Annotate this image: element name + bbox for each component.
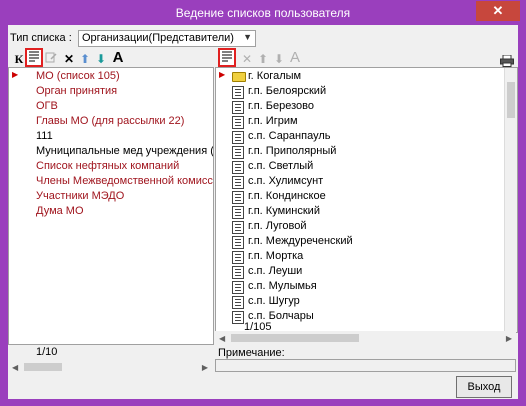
document-icon bbox=[232, 281, 244, 294]
delete-button[interactable]: ✕ bbox=[61, 51, 77, 67]
window-title: Ведение списков пользователя bbox=[175, 6, 351, 20]
list-item[interactable]: г.п. Кондинское bbox=[248, 189, 326, 204]
list-item[interactable]: Главы МО (для рассылки 22) bbox=[36, 114, 184, 129]
scroll-thumb[interactable] bbox=[507, 82, 515, 118]
list-item[interactable]: г. Когалым bbox=[248, 69, 301, 84]
list-item[interactable]: МО (список 105) bbox=[36, 69, 120, 84]
close-button[interactable]: ✕ bbox=[476, 1, 520, 21]
list-item[interactable]: с.п. Мулымья bbox=[248, 279, 317, 294]
edit-icon bbox=[45, 52, 57, 63]
list-type-value: Организации(Представители) bbox=[82, 32, 234, 44]
left-list-panel[interactable]: ▶ МО (список 105) Орган принятия ОГВ Гла… bbox=[8, 67, 214, 345]
document-icon bbox=[232, 146, 244, 159]
list-item[interactable]: г.п. Приполярный bbox=[248, 144, 336, 159]
document-icon bbox=[232, 101, 244, 114]
list-item[interactable]: Список нефтяных компаний bbox=[36, 159, 179, 174]
list-item[interactable]: ОГВ bbox=[36, 99, 58, 114]
exit-button[interactable]: Выход bbox=[456, 376, 512, 398]
right-up-arrow-icon[interactable]: ⬆ bbox=[255, 51, 271, 67]
list-item[interactable]: с.п. Леуши bbox=[248, 264, 302, 279]
list-item[interactable]: Участники МЭДО bbox=[36, 189, 124, 204]
left-list-counter: 1/10 bbox=[36, 346, 58, 358]
right-list-button[interactable] bbox=[218, 48, 236, 67]
scroll-left-icon[interactable]: ◀ bbox=[12, 363, 18, 372]
list-item[interactable]: Дума МО bbox=[36, 204, 84, 219]
document-icon bbox=[232, 221, 244, 234]
document-icon bbox=[232, 311, 244, 324]
title-bar: Ведение списков пользователя ✕ bbox=[1, 1, 525, 25]
chevron-down-icon[interactable]: ▼ bbox=[243, 32, 252, 42]
scroll-left-icon[interactable]: ◀ bbox=[219, 334, 225, 343]
document-icon bbox=[232, 206, 244, 219]
right-vertical-scrollbar[interactable] bbox=[504, 68, 517, 332]
list-icon bbox=[222, 51, 232, 62]
right-horizontal-scrollbar[interactable]: ◀ ▶ bbox=[215, 331, 516, 345]
folder-icon bbox=[232, 72, 246, 82]
up-arrow-icon[interactable]: ⬆ bbox=[77, 51, 93, 67]
list-icon bbox=[29, 51, 39, 62]
printer-button[interactable] bbox=[500, 54, 514, 67]
scroll-right-icon[interactable]: ▶ bbox=[202, 363, 208, 372]
document-icon bbox=[232, 296, 244, 309]
document-icon bbox=[232, 251, 244, 264]
dialog-client: Тип списка : Организации(Представители) … bbox=[8, 25, 518, 399]
note-field[interactable] bbox=[215, 359, 516, 372]
list-item[interactable]: г.п. Мортка bbox=[248, 249, 303, 264]
list-item[interactable]: г.п. Игрим bbox=[248, 114, 298, 129]
right-font-size-button[interactable]: A bbox=[287, 50, 303, 66]
document-icon bbox=[232, 116, 244, 129]
down-arrow-icon[interactable]: ⬇ bbox=[93, 51, 109, 67]
list-item[interactable]: Члены Межведомственной комиссии по эк bbox=[36, 174, 213, 189]
document-icon bbox=[232, 176, 244, 189]
document-icon bbox=[232, 161, 244, 174]
list-type-label: Тип списка : bbox=[10, 32, 72, 44]
list-item[interactable]: Орган принятия bbox=[36, 84, 117, 99]
list-item[interactable]: г.п. Березово bbox=[248, 99, 314, 114]
font-size-button[interactable]: A bbox=[110, 50, 126, 66]
left-horizontal-scrollbar[interactable]: ◀ ▶ bbox=[8, 360, 212, 374]
document-icon bbox=[232, 266, 244, 279]
scroll-thumb[interactable] bbox=[24, 363, 62, 371]
edit-button[interactable] bbox=[43, 51, 59, 67]
list-item[interactable]: Муниципальные мед учреждения (e-mail) bbox=[36, 144, 213, 159]
list-item[interactable]: г.п. Белоярский bbox=[248, 84, 326, 99]
list-item[interactable]: 111 bbox=[36, 129, 53, 144]
right-delete-button[interactable]: ✕ bbox=[239, 51, 255, 67]
list-item[interactable]: г.п. Луговой bbox=[248, 219, 307, 234]
document-icon bbox=[232, 131, 244, 144]
document-icon bbox=[232, 86, 244, 99]
document-icon bbox=[232, 236, 244, 249]
document-icon bbox=[232, 191, 244, 204]
list-item[interactable]: с.п. Шугур bbox=[248, 294, 300, 309]
window: Ведение списков пользователя ✕ Тип списк… bbox=[0, 0, 526, 406]
scroll-right-icon[interactable]: ▶ bbox=[506, 334, 512, 343]
list-item[interactable]: г.п. Междуреченский bbox=[248, 234, 353, 249]
list-button[interactable] bbox=[25, 48, 43, 67]
list-type-select[interactable]: Организации(Представители) ▼ bbox=[78, 30, 256, 47]
printer-icon bbox=[500, 54, 514, 67]
list-item[interactable]: г.п. Куминский bbox=[248, 204, 320, 219]
scroll-thumb[interactable] bbox=[231, 334, 359, 342]
current-row-marker-icon: ▶ bbox=[12, 70, 19, 79]
current-row-marker-icon: ▶ bbox=[219, 70, 226, 79]
note-label: Примечание: bbox=[218, 347, 285, 359]
list-item[interactable]: с.п. Хулимсунт bbox=[248, 174, 323, 189]
right-down-arrow-icon[interactable]: ⬇ bbox=[271, 51, 287, 67]
list-item[interactable]: с.п. Светлый bbox=[248, 159, 313, 174]
right-list-panel[interactable]: ▶ г. Когалым г.п. Белоярский г.п. Березо… bbox=[215, 67, 518, 333]
list-item[interactable]: с.п. Саранпауль bbox=[248, 129, 330, 144]
